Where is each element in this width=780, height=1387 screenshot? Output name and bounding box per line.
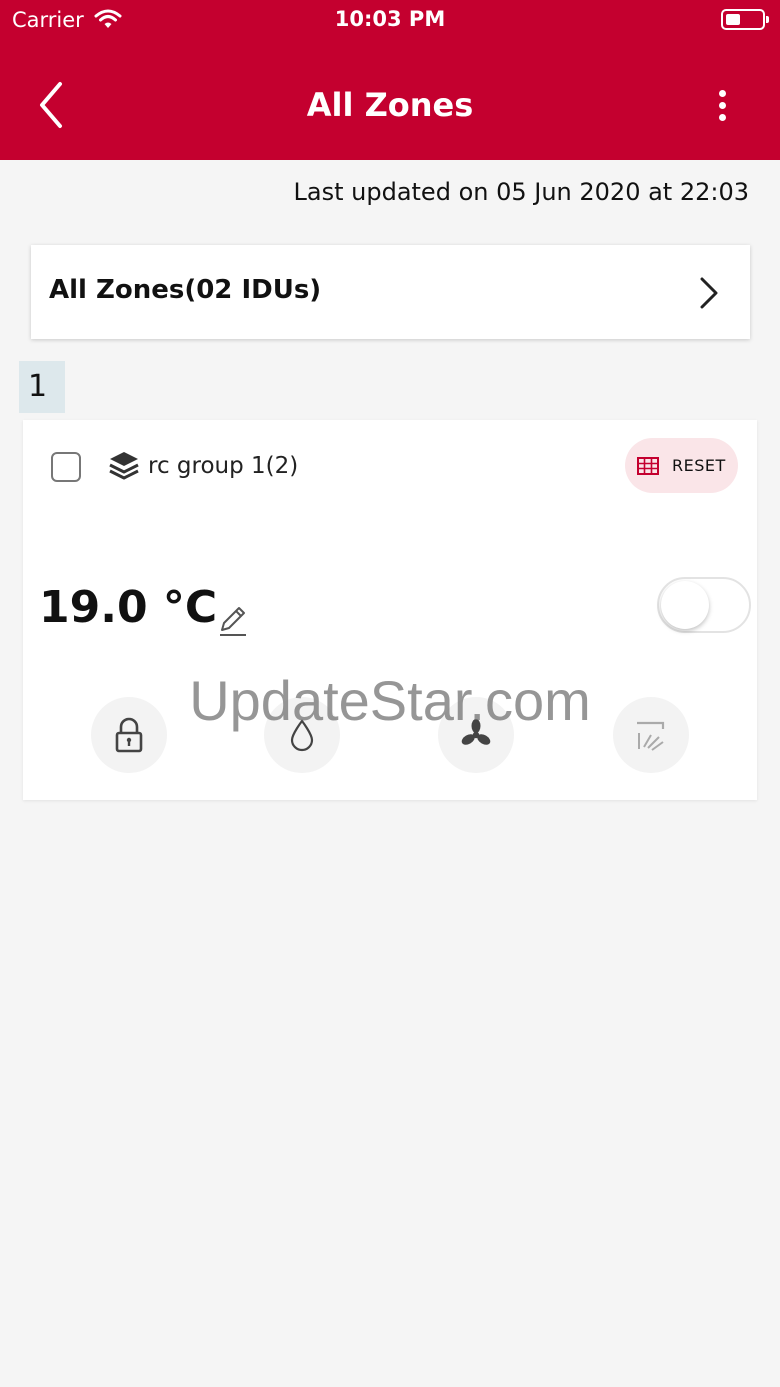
power-toggle[interactable] xyxy=(657,577,751,633)
layers-icon xyxy=(109,452,139,480)
reset-label: RESET xyxy=(672,456,726,475)
all-zones-label: All Zones(02 IDUs) xyxy=(49,275,322,305)
lock-button[interactable] xyxy=(91,697,167,773)
swing-icon xyxy=(637,721,665,751)
last-updated-text: Last updated on 05 Jun 2020 at 22:03 xyxy=(293,178,749,206)
group-name: rc group 1(2) xyxy=(148,453,299,479)
reset-button[interactable]: RESET xyxy=(625,438,738,493)
group-number-badge: 1 xyxy=(19,361,65,413)
status-bar: Carrier 10:03 PM xyxy=(0,0,780,40)
water-drop-icon xyxy=(290,719,314,752)
swing-button[interactable] xyxy=(613,697,689,773)
grid-icon xyxy=(637,457,659,475)
more-vertical-icon xyxy=(719,90,726,97)
edit-pencil-icon[interactable] xyxy=(217,604,249,638)
lock-icon xyxy=(115,717,143,753)
temperature-value: 19.0 °C xyxy=(39,582,218,633)
group-select-checkbox[interactable] xyxy=(51,452,81,482)
all-zones-row[interactable]: All Zones(02 IDUs) xyxy=(31,245,750,339)
toggle-knob xyxy=(661,581,709,629)
chevron-right-icon xyxy=(700,277,718,309)
fan-icon xyxy=(461,719,491,745)
page-title: All Zones xyxy=(306,86,474,124)
clock: 10:03 PM xyxy=(334,7,446,31)
group-card: rc group 1(2) RESET 19.0 °C xyxy=(23,420,757,800)
more-options-button[interactable] xyxy=(705,84,741,128)
dry-mode-button[interactable] xyxy=(264,697,340,773)
fan-button[interactable] xyxy=(438,697,514,773)
battery-icon xyxy=(721,9,769,30)
app-header: Carrier 10:03 PM All Zones xyxy=(0,0,780,160)
